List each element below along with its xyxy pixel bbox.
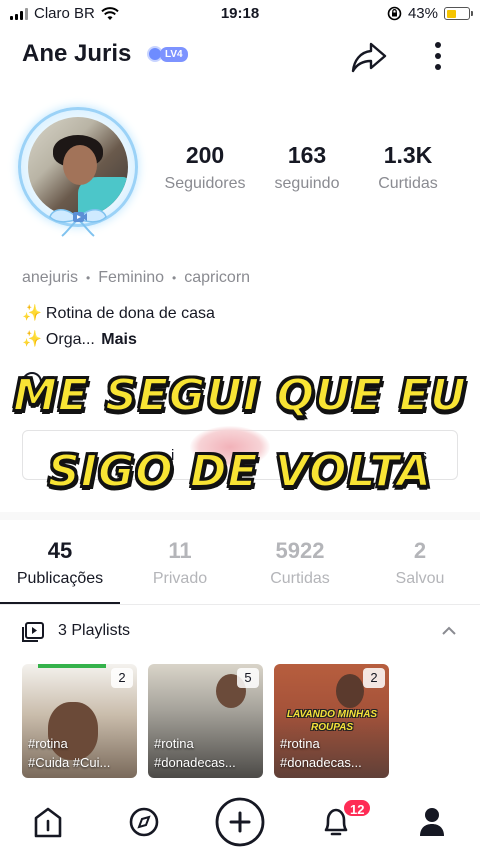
separator-dot: • [172, 271, 177, 285]
tab-label: Publicações [16, 570, 104, 587]
profile-meta: anejuris • Feminino • capricorn [22, 269, 250, 287]
bio-more-link[interactable]: Mais [101, 331, 137, 348]
playlist-icon [22, 622, 44, 642]
tab-count: 11 [168, 538, 192, 563]
bio-text: Rotina de dona de casa [45, 305, 215, 322]
handle-label: anejuris [22, 269, 79, 286]
tab-label: Salvou [395, 570, 445, 587]
profile-icon[interactable] [412, 804, 452, 840]
playlist-card[interactable]: 5 #rotina #donadecas... [148, 664, 263, 778]
level-badge[interactable]: LV4 [147, 46, 188, 62]
playlist-video-count: 2 [111, 668, 133, 688]
playlist-tags: #rotina #donadecas... [154, 734, 257, 772]
notifications-badge: 12 [342, 798, 373, 818]
profile-header: Ane Juris LV4 [0, 36, 480, 76]
playlist-banner: LAVANDO MINHAS ROUPAS [286, 709, 378, 733]
stat-following[interactable]: 163 seguindo [252, 142, 362, 193]
separator-dot: • [86, 271, 91, 285]
playlist-tag: #donadecas... [154, 755, 236, 770]
sparkles-icon: ✨ [22, 305, 42, 322]
status-bar: Claro BR 19:18 43% [0, 0, 480, 28]
playlist-tag: #rotina [28, 736, 68, 751]
tab-publicacoes[interactable]: 45 Publicações [0, 538, 120, 588]
stat-value: 1.3K [383, 142, 433, 168]
tab-label: Curtidas [270, 570, 330, 587]
playlists-label: 3 Playlists [58, 622, 131, 639]
playlist-tag: #Cuida #Cui... [28, 755, 111, 770]
stat-label: seguindo [274, 175, 340, 192]
stat-likes[interactable]: 1.3K Curtidas [353, 142, 463, 193]
active-tab-indicator [0, 602, 120, 604]
profile-stats: 200 Seguidores 163 seguindo 1.3K Curtida… [150, 142, 470, 202]
overlay-caption-line-1: ME SEGUI QUE EU [12, 369, 467, 422]
video-badge-icon [73, 212, 87, 222]
tab-count: 5922 [275, 538, 325, 563]
avatar[interactable] [14, 103, 142, 243]
playlist-tag: #rotina [154, 736, 194, 751]
tab-privado[interactable]: 11 Privado [120, 538, 240, 588]
tab-count: 45 [47, 538, 73, 563]
tab-salvou[interactable]: 2 Salvou [360, 538, 480, 588]
gender-label: Feminino [98, 269, 165, 286]
sparkles-icon: ✨ [22, 331, 42, 348]
bio-line-2: ✨ Orga... Mais [22, 329, 137, 349]
battery-icon [444, 7, 473, 20]
bottom-nav: 12 [0, 790, 480, 854]
status-right: 43% [387, 5, 473, 22]
more-vertical-icon[interactable] [424, 38, 452, 76]
section-divider [0, 512, 480, 520]
playlist-card[interactable]: 2 #rotina #Cuida #Cui... [22, 664, 137, 778]
create-icon[interactable] [212, 796, 268, 848]
chevron-up-icon[interactable] [440, 624, 458, 638]
page-title: Ane Juris [22, 40, 132, 67]
battery-fill [446, 9, 456, 18]
share-arrow-icon[interactable] [350, 38, 388, 76]
playlist-tags: #rotina #donadecas... [280, 734, 383, 772]
battery-percent: 43% [407, 5, 438, 22]
playlist-card[interactable]: LAVANDO MINHAS ROUPAS 2 #rotina #donadec… [274, 664, 389, 778]
playlist-video-count: 5 [237, 668, 259, 688]
playlist-tags: #rotina #Cuida #Cui... [28, 734, 131, 772]
stat-label: Seguidores [164, 175, 246, 192]
zodiac-label: capricorn [184, 269, 251, 286]
playlist-tag: #donadecas... [280, 755, 362, 770]
profile-tabs: 45 Publicações 11 Privado 5922 Curtidas … [0, 530, 480, 605]
stat-value: 200 [185, 142, 225, 168]
playlists-header[interactable]: 3 Playlists [22, 620, 462, 646]
playlist-video-count: 2 [363, 668, 385, 688]
stat-followers[interactable]: 200 Seguidores [150, 142, 260, 193]
overlay-caption-line-2: SIGO DE VOLTA [47, 445, 432, 498]
level-label: LV4 [160, 46, 188, 62]
home-icon[interactable] [28, 804, 68, 840]
orientation-lock-icon [387, 6, 402, 21]
bio-line-1: ✨ Rotina de dona de casa [22, 303, 215, 323]
stat-label: Curtidas [378, 175, 438, 192]
playlist-tag: #rotina [280, 736, 320, 751]
playlist-cards: 2 #rotina #Cuida #Cui... 5 #rotina #dona… [22, 664, 462, 780]
tab-curtidas[interactable]: 5922 Curtidas [240, 538, 360, 588]
tab-count: 2 [413, 538, 427, 563]
stat-value: 163 [287, 142, 327, 168]
bio-text: Orga... [45, 331, 95, 348]
explore-icon[interactable] [124, 804, 164, 840]
tab-label: Privado [152, 570, 208, 587]
